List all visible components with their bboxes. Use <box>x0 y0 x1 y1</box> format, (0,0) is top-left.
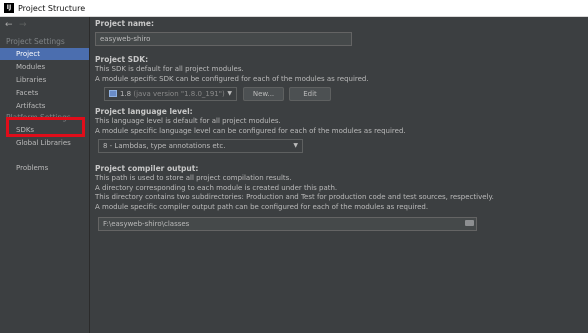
sdk-name: 1.8 <box>120 90 132 98</box>
compiler-output-desc-4: A module specific compiler output path c… <box>95 202 429 211</box>
project-name-label: Project name: <box>95 19 154 28</box>
language-level-desc-1: This language level is default for all p… <box>95 117 281 125</box>
compiler-output-path-input[interactable] <box>98 217 477 231</box>
compiler-output-label: Project compiler output: <box>95 164 199 173</box>
sdk-version: (java version "1.8.0_191") <box>133 90 225 98</box>
language-level-desc-2: A module specific language level can be … <box>95 127 406 135</box>
sidebar-item-project[interactable]: Project <box>0 48 89 60</box>
sdks-highlight-box <box>6 117 85 137</box>
forward-arrow-icon[interactable]: → <box>19 20 27 30</box>
project-sdk-label: Project SDK: <box>95 55 149 64</box>
project-sdk-desc-1: This SDK is default for all project modu… <box>95 65 244 73</box>
language-level-label: Project language level: <box>95 107 193 116</box>
compiler-output-field <box>98 217 477 231</box>
compiler-output-desc-3: This directory contains two subdirectori… <box>95 193 494 201</box>
chevron-down-icon: ▼ <box>293 142 298 149</box>
sidebar-item-facets[interactable]: Facets <box>0 87 89 99</box>
sidebar-item-libraries[interactable]: Libraries <box>0 74 89 86</box>
compiler-output-desc-1: This path is used to store all project c… <box>95 174 292 182</box>
sidebar: ← → Project Settings Project Modules Lib… <box>0 17 90 333</box>
language-level-value: 8 - Lambdas, type annotations etc. <box>103 142 226 150</box>
project-sdk-desc-2: A module specific SDK can be configured … <box>95 75 369 83</box>
language-level-dropdown[interactable]: 8 - Lambdas, type annotations etc. ▼ <box>98 139 303 153</box>
sidebar-item-artifacts[interactable]: Artifacts <box>0 100 89 112</box>
sidebar-item-problems[interactable]: Problems <box>0 162 89 174</box>
project-name-input[interactable] <box>95 32 352 46</box>
back-arrow-icon[interactable]: ← <box>5 20 13 30</box>
intellij-logo-icon: IJ <box>4 3 14 13</box>
project-settings-panel: Project name: Project SDK: This SDK is d… <box>91 17 588 333</box>
edit-sdk-button[interactable]: Edit <box>289 87 331 101</box>
title-bar: IJ Project Structure <box>0 0 588 17</box>
chevron-down-icon: ▼ <box>227 90 232 97</box>
browse-folder-icon[interactable] <box>465 220 474 226</box>
sidebar-item-global-libraries[interactable]: Global Libraries <box>0 137 89 149</box>
project-sdk-dropdown[interactable]: 1.8 (java version "1.8.0_191") ▼ <box>104 87 237 101</box>
compiler-output-desc-2: A directory corresponding to each module… <box>95 183 338 192</box>
project-settings-header: Project Settings <box>6 37 65 46</box>
sidebar-item-modules[interactable]: Modules <box>0 61 89 73</box>
new-sdk-button[interactable]: New... <box>243 87 284 101</box>
jdk-folder-icon <box>109 90 117 97</box>
window-title: Project Structure <box>18 4 86 13</box>
